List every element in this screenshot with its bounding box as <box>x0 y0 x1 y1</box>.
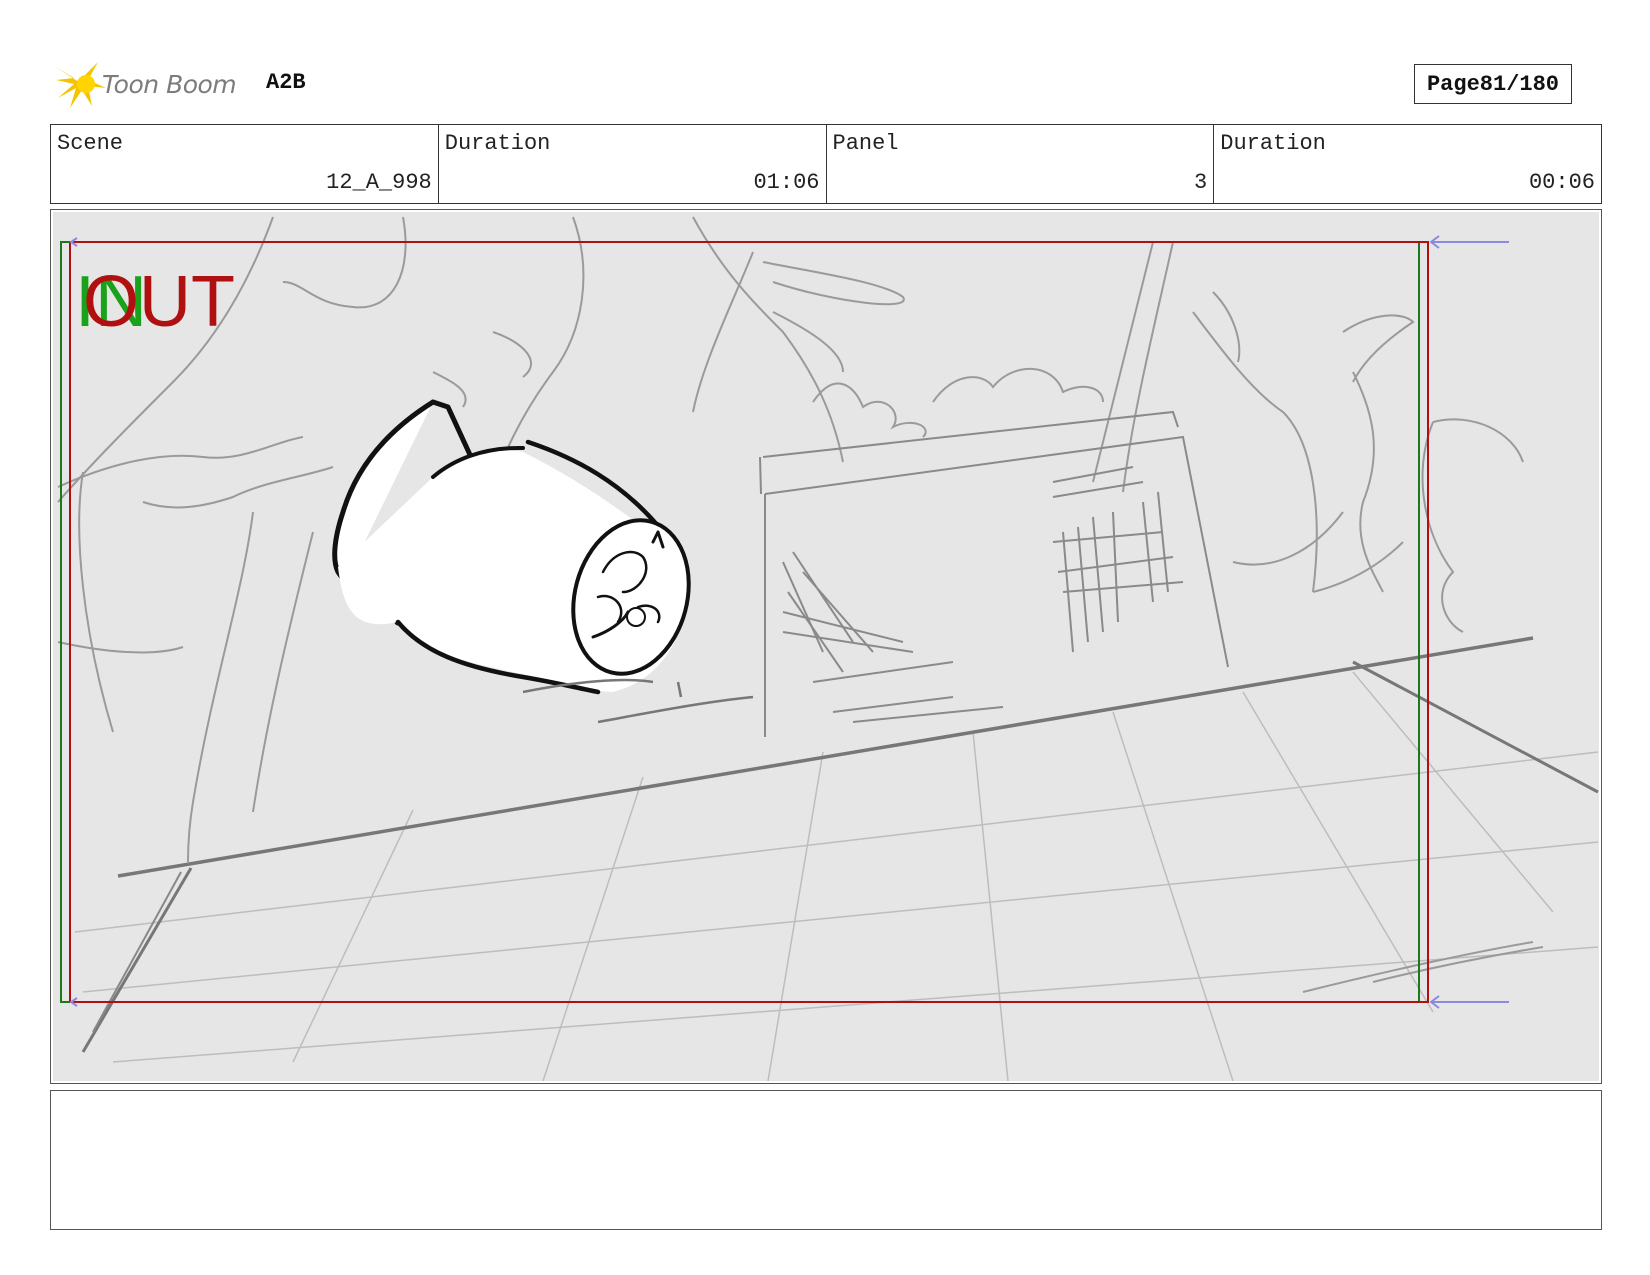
scene-label: Scene <box>57 131 124 156</box>
scene-cell: Scene 12_A_998 <box>51 125 439 203</box>
page-label: Page <box>1426 71 1480 97</box>
page-indicator: Page 81/180 <box>1414 64 1572 104</box>
scene-duration-cell: Duration 01:06 <box>439 125 827 203</box>
panel-duration-value: 00:06 <box>1528 170 1595 195</box>
project-name: A2B <box>266 70 306 95</box>
panel-duration-label: Duration <box>1220 131 1326 156</box>
scene-info-table: Scene 12_A_998 Duration 01:06 Panel 3 Du… <box>50 124 1602 204</box>
scene-value: 12_A_998 <box>326 170 432 195</box>
scene-duration-value: 01:06 <box>753 170 820 195</box>
logo-text: Toon Boom <box>102 69 237 99</box>
page-number: 81/180 <box>1479 71 1560 97</box>
scene-duration-label: Duration <box>444 131 551 156</box>
panel-label: Panel <box>832 131 899 156</box>
panel-cell: Panel 3 <box>827 125 1215 203</box>
storyboard-panel: IN OUT <box>50 209 1602 1084</box>
panel-sketch: IN OUT <box>53 212 1599 1081</box>
panel-duration-cell: Duration 00:06 <box>1214 125 1601 203</box>
panel-value: 3 <box>1194 170 1208 195</box>
out-marker: OUT <box>83 262 235 342</box>
starburst-icon <box>54 62 106 108</box>
toon-boom-logo: Toon Boom <box>52 58 237 110</box>
panel-notes-box <box>50 1090 1602 1230</box>
